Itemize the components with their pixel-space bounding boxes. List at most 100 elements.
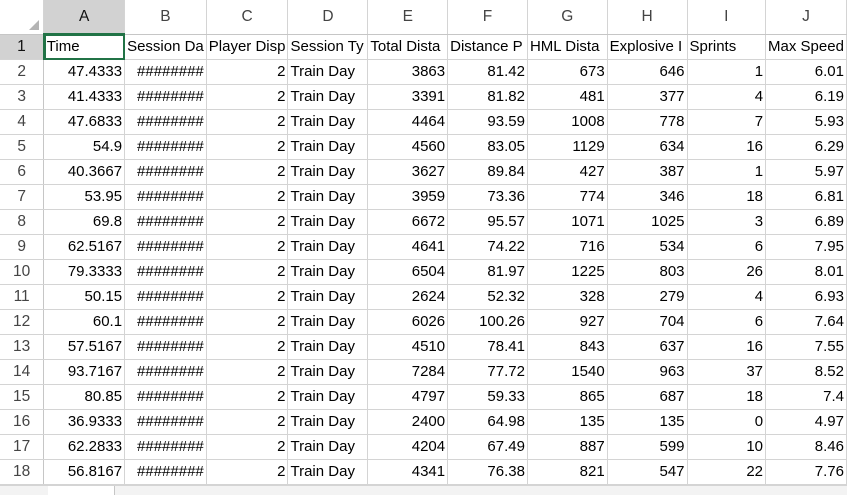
cell-i[interactable]: 22	[687, 459, 767, 485]
cell-g[interactable]: 1071	[527, 209, 608, 235]
cell-d[interactable]: Train Day	[287, 159, 369, 185]
column-header-b[interactable]: B	[124, 0, 207, 35]
cell-c[interactable]: 2	[206, 59, 289, 85]
row-header[interactable]: 7	[0, 184, 45, 210]
cell-i[interactable]: 6	[687, 234, 767, 260]
cell-j[interactable]: 6.19	[765, 84, 847, 110]
cell-g[interactable]: 1540	[527, 359, 608, 385]
cell-c[interactable]: 2	[206, 384, 289, 410]
cell-i[interactable]: 18	[687, 384, 767, 410]
cell-j1[interactable]: Max Speed	[765, 34, 847, 60]
column-header-e[interactable]: E	[367, 0, 449, 35]
column-header-g[interactable]: G	[527, 0, 608, 35]
cell-b[interactable]: ########	[124, 184, 207, 210]
select-all-corner[interactable]	[0, 0, 45, 35]
cell-i[interactable]: 3	[687, 209, 767, 235]
cell-c[interactable]: 2	[206, 109, 289, 135]
cell-j[interactable]: 7.76	[765, 459, 847, 485]
cell-f[interactable]: 52.32	[447, 284, 528, 310]
cell-a[interactable]: 47.6833	[43, 109, 126, 135]
cell-d[interactable]: Train Day	[287, 259, 369, 285]
cell-e[interactable]: 4641	[367, 234, 449, 260]
cell-f[interactable]: 83.05	[447, 134, 528, 160]
cell-a[interactable]: 69.8	[43, 209, 126, 235]
cell-i[interactable]: 4	[687, 84, 767, 110]
cell-g1[interactable]: HML Dista	[527, 34, 608, 60]
row-header[interactable]: 14	[0, 359, 45, 385]
cell-c[interactable]: 2	[206, 234, 289, 260]
cell-e[interactable]: 4204	[367, 434, 449, 460]
cell-a[interactable]: 54.9	[43, 134, 126, 160]
row-header[interactable]: 18	[0, 459, 45, 485]
cell-j[interactable]: 7.4	[765, 384, 847, 410]
cell-i[interactable]: 6	[687, 309, 767, 335]
row-header[interactable]: 10	[0, 259, 45, 285]
row-header[interactable]: 4	[0, 109, 45, 135]
cell-d[interactable]: Train Day	[287, 109, 369, 135]
cell-b[interactable]: ########	[124, 159, 207, 185]
cell-f[interactable]: 95.57	[447, 209, 528, 235]
cell-j[interactable]: 4.97	[765, 409, 847, 435]
row-header[interactable]: 16	[0, 409, 45, 435]
cell-a[interactable]: 60.1	[43, 309, 126, 335]
cell-h[interactable]: 634	[607, 134, 688, 160]
row-header[interactable]: 12	[0, 309, 45, 335]
cell-b[interactable]: ########	[124, 84, 207, 110]
cell-d[interactable]: Train Day	[287, 284, 369, 310]
cell-b[interactable]: ########	[124, 334, 207, 360]
cell-e[interactable]: 4341	[367, 459, 449, 485]
cell-i1[interactable]: Sprints	[687, 34, 767, 60]
cell-i[interactable]: 16	[687, 134, 767, 160]
cell-a[interactable]: 79.3333	[43, 259, 126, 285]
row-header[interactable]: 8	[0, 209, 45, 235]
cell-b[interactable]: ########	[124, 284, 207, 310]
cell-d1[interactable]: Session Ty	[287, 34, 369, 60]
cell-j[interactable]: 7.55	[765, 334, 847, 360]
cell-h[interactable]: 778	[607, 109, 688, 135]
cell-g[interactable]: 135	[527, 409, 608, 435]
row-header[interactable]: 11	[0, 284, 45, 310]
cell-f[interactable]: 67.49	[447, 434, 528, 460]
cell-g[interactable]: 821	[527, 459, 608, 485]
cell-a[interactable]: 36.9333	[43, 409, 126, 435]
cell-b[interactable]: ########	[124, 134, 207, 160]
cell-d[interactable]: Train Day	[287, 209, 369, 235]
cell-e[interactable]: 4510	[367, 334, 449, 360]
cell-g[interactable]: 427	[527, 159, 608, 185]
cell-d[interactable]: Train Day	[287, 84, 369, 110]
cell-a[interactable]: 56.8167	[43, 459, 126, 485]
cell-b[interactable]: ########	[124, 234, 207, 260]
cell-b1[interactable]: Session Da	[124, 34, 207, 60]
cell-j[interactable]: 8.46	[765, 434, 847, 460]
cell-h[interactable]: 963	[607, 359, 688, 385]
cell-c[interactable]: 2	[206, 159, 289, 185]
cell-h[interactable]: 279	[607, 284, 688, 310]
cell-j[interactable]: 5.97	[765, 159, 847, 185]
cell-e[interactable]: 3863	[367, 59, 449, 85]
cell-g[interactable]: 865	[527, 384, 608, 410]
cell-f[interactable]: 89.84	[447, 159, 528, 185]
cell-i[interactable]: 18	[687, 184, 767, 210]
cell-f1[interactable]: Distance P	[447, 34, 528, 60]
row-header[interactable]: 15	[0, 384, 45, 410]
cell-j[interactable]: 7.64	[765, 309, 847, 335]
column-header-d[interactable]: D	[287, 0, 369, 35]
column-header-h[interactable]: H	[607, 0, 688, 35]
cell-g[interactable]: 887	[527, 434, 608, 460]
cell-d[interactable]: Train Day	[287, 334, 369, 360]
cell-b[interactable]: ########	[124, 309, 207, 335]
cell-c[interactable]: 2	[206, 284, 289, 310]
cell-h[interactable]: 637	[607, 334, 688, 360]
cell-e[interactable]: 2400	[367, 409, 449, 435]
cell-b[interactable]: ########	[124, 459, 207, 485]
cell-j[interactable]: 6.81	[765, 184, 847, 210]
cell-f[interactable]: 81.97	[447, 259, 528, 285]
cell-g[interactable]: 927	[527, 309, 608, 335]
cell-c[interactable]: 2	[206, 184, 289, 210]
cell-e[interactable]: 4797	[367, 384, 449, 410]
row-header[interactable]: 17	[0, 434, 45, 460]
cell-j[interactable]: 5.93	[765, 109, 847, 135]
cell-b[interactable]: ########	[124, 109, 207, 135]
cell-g[interactable]: 1225	[527, 259, 608, 285]
cell-f[interactable]: 78.41	[447, 334, 528, 360]
